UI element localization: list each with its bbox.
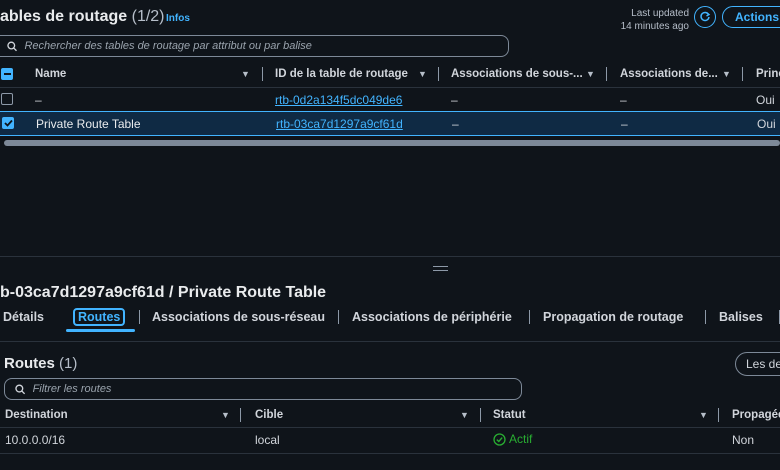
page-title: ables de routage (1/2)	[0, 8, 165, 26]
column-name[interactable]: Name	[35, 68, 66, 80]
sort-down-icon[interactable]: ▼	[418, 69, 427, 79]
routes-title-text: Routes	[4, 355, 55, 372]
search-icon	[7, 41, 17, 51]
row-checkbox[interactable]	[2, 117, 14, 129]
edit-routes-label: Les de	[746, 357, 780, 371]
column-divider[interactable]	[718, 408, 719, 422]
tab-subnet-associations[interactable]: Associations de sous-réseau	[152, 310, 325, 324]
sort-down-icon[interactable]: ▼	[699, 410, 708, 420]
last-updated-label: Last updated	[631, 8, 689, 19]
column-destination[interactable]: Destination	[5, 409, 68, 421]
refresh-button[interactable]	[694, 6, 716, 28]
row-name: –	[35, 93, 42, 107]
tab-divider	[529, 310, 530, 324]
column-route-table-id[interactable]: ID de la table de routage	[275, 68, 408, 80]
routes-filter-input[interactable]	[32, 383, 521, 395]
refresh-icon	[700, 11, 711, 22]
last-updated: Last updated 14 minutes ago	[600, 7, 689, 33]
tab-divider	[139, 310, 140, 324]
column-divider[interactable]	[438, 67, 439, 81]
panel-divider	[0, 256, 780, 257]
checkmark-icon	[3, 119, 13, 127]
search-icon	[15, 383, 26, 394]
routes-filter[interactable]	[4, 378, 522, 400]
column-divider[interactable]	[742, 67, 743, 81]
tab-edge-associations[interactable]: Associations de périphérie	[352, 310, 512, 324]
tab-routes[interactable]: Routes	[73, 308, 126, 326]
route-destination: 10.0.0.0/16	[5, 433, 66, 447]
table-row[interactable]: – rtb-0d2a134f5dc049de6 – – Oui	[0, 88, 780, 111]
tab-divider	[338, 310, 339, 324]
route-target: local	[255, 433, 280, 447]
row-edge-associations: –	[621, 117, 628, 131]
success-check-icon	[493, 432, 506, 446]
info-link[interactable]: Infos	[166, 13, 190, 24]
column-divider[interactable]	[262, 67, 263, 81]
actions-label: Actions	[734, 10, 779, 24]
row-route-table-id-link[interactable]: rtb-03ca7d1297a9cf61d	[276, 117, 403, 131]
row-name: Private Route Table	[36, 117, 141, 131]
page-title-text: ables de routage	[0, 8, 128, 25]
row-subnet-associations: –	[451, 93, 458, 107]
route-status-text: Actif	[509, 432, 533, 446]
sort-down-icon[interactable]: ▼	[722, 69, 731, 79]
routes-title: Routes (1)	[4, 355, 77, 372]
routes-count: (1)	[59, 355, 78, 372]
search-input[interactable]	[24, 40, 508, 52]
detail-title: b-03ca7d1297a9cf61d / Private Route Tabl…	[0, 284, 327, 301]
tabs-divider	[0, 341, 780, 342]
column-subnet-associations[interactable]: Associations de sous-...	[451, 68, 583, 80]
active-tab-indicator	[66, 329, 135, 332]
row-main: Oui	[756, 93, 775, 107]
column-propagated[interactable]: Propagée	[732, 409, 780, 421]
sort-down-icon[interactable]: ▼	[460, 410, 469, 420]
selection-count: (1/2)	[131, 8, 165, 25]
column-main[interactable]: Princ	[756, 68, 780, 80]
row-divider	[0, 453, 780, 454]
row-subnet-associations: –	[452, 117, 459, 131]
tab-details[interactable]: Détails	[3, 310, 44, 324]
tab-tags[interactable]: Balises	[719, 310, 763, 324]
route-propagated: Non	[732, 433, 755, 447]
row-edge-associations: –	[620, 93, 627, 107]
row-checkbox[interactable]	[1, 93, 13, 105]
tab-route-propagation[interactable]: Propagation de routage	[543, 310, 683, 324]
select-all-checkbox[interactable]	[1, 68, 13, 80]
route-table-search[interactable]	[0, 35, 509, 57]
last-updated-value: 14 minutes ago	[620, 21, 689, 32]
route-status: Actif	[493, 432, 532, 446]
routes-table-header: Destination ▼ Cible ▼ Statut ▼ Propagée	[0, 404, 780, 426]
row-main: Oui	[757, 117, 776, 131]
column-target[interactable]: Cible	[255, 409, 283, 421]
column-divider[interactable]	[606, 67, 607, 81]
edit-routes-button[interactable]: Les de	[735, 352, 780, 376]
column-divider[interactable]	[480, 408, 481, 422]
column-edge-associations[interactable]: Associations de...	[620, 68, 718, 80]
route-row: 10.0.0.0/16 local Actif Non	[0, 428, 780, 450]
sort-down-icon[interactable]: ▼	[586, 69, 595, 79]
table-row-selected[interactable]: Private Route Table rtb-03ca7d1297a9cf61…	[0, 111, 780, 136]
indeterminate-icon	[3, 73, 11, 75]
row-route-table-id-link[interactable]: rtb-0d2a134f5dc049de6	[275, 93, 402, 107]
sort-down-icon[interactable]: ▼	[221, 410, 230, 420]
column-divider[interactable]	[240, 408, 241, 422]
actions-button[interactable]: Actions	[722, 6, 780, 28]
sort-down-icon[interactable]: ▼	[241, 69, 250, 79]
tab-divider	[705, 310, 706, 324]
table-header: Name ▼ ID de la table de routage ▼ Assoc…	[0, 63, 780, 87]
horizontal-scrollbar[interactable]	[4, 140, 780, 146]
column-status[interactable]: Statut	[493, 409, 526, 421]
resize-handle-icon[interactable]	[433, 266, 448, 271]
